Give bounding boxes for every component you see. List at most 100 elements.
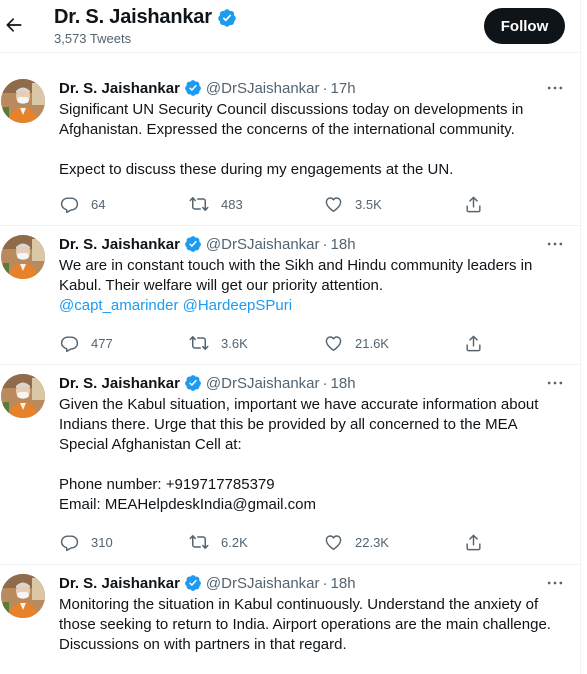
arrow-left-icon (4, 15, 24, 35)
like-count: 21.6K (355, 335, 389, 351)
tweet-header: Dr. S. Jaishankar @DrSJaishankar · 18h (59, 373, 356, 393)
like-button[interactable]: 22.3K (323, 532, 389, 552)
tweet-text-line: Email: MEAHelpdeskIndia@gmail.com (59, 496, 316, 513)
retweet-icon (189, 194, 209, 214)
avatar[interactable] (1, 79, 45, 123)
tweet-text-line: Expect to discuss these during my engage… (59, 161, 454, 178)
tweet-text: Monitoring the situation in Kabul contin… (59, 595, 569, 655)
retweet-button[interactable]: 6.2K (189, 532, 248, 552)
verified-badge-icon (184, 79, 202, 97)
retweet-button[interactable]: 3.6K (189, 333, 248, 353)
separator: · (322, 374, 328, 392)
tweet[interactable]: Dr. S. Jaishankar @DrSJaishankar · 18h G… (0, 365, 580, 565)
author-name[interactable]: Dr. S. Jaishankar (59, 236, 180, 253)
reply-button[interactable]: 64 (59, 194, 105, 214)
tweet-text-line: Phone number: +919717785379 (59, 476, 275, 493)
like-button[interactable]: 21.6K (323, 333, 389, 353)
more-dots-icon (545, 373, 565, 393)
retweet-button[interactable]: 483 (189, 194, 243, 214)
author-handle[interactable]: @DrSJaishankar (206, 375, 320, 392)
mention-link[interactable]: @HardeepSPuri (183, 297, 292, 314)
retweet-count: 6.2K (221, 534, 248, 550)
separator: · (322, 79, 328, 97)
tweet-text-line: Afghanistan. Expressed the concerns of t… (59, 121, 515, 138)
tweet[interactable]: Dr. S. Jaishankar @DrSJaishankar · 17h S… (0, 70, 580, 226)
more-dots-icon (545, 573, 565, 593)
reply-icon (59, 333, 79, 353)
share-button[interactable] (463, 333, 483, 353)
tweet-timestamp[interactable]: 18h (331, 575, 356, 592)
more-button[interactable] (545, 573, 565, 593)
profile-header: Dr. S. Jaishankar 3,573 Tweets Follow (0, 0, 580, 53)
retweet-icon (189, 333, 209, 353)
tweet-mentions: @capt_amarinder @HardeepSPuri (59, 296, 569, 316)
tweet-timestamp[interactable]: 18h (331, 375, 356, 392)
tweet[interactable]: Dr. S. Jaishankar @DrSJaishankar · 18h W… (0, 226, 580, 365)
author-handle[interactable]: @DrSJaishankar (206, 80, 320, 97)
tweet-text-line: Kabul. Their welfare will get our priori… (59, 277, 384, 294)
like-button[interactable]: 3.5K (323, 194, 382, 214)
tweet[interactable]: Dr. S. Jaishankar @DrSJaishankar · 18h M… (0, 565, 581, 674)
profile-timeline: Dr. S. Jaishankar 3,573 Tweets Follow Dr… (0, 0, 581, 674)
share-button[interactable] (463, 194, 483, 214)
more-button[interactable] (545, 234, 565, 254)
author-name[interactable]: Dr. S. Jaishankar (59, 375, 180, 392)
tweet-timestamp[interactable]: 18h (331, 236, 356, 253)
tweet-actions: 477 3.6K 21.6K (59, 333, 499, 353)
tweet-header: Dr. S. Jaishankar @DrSJaishankar · 18h (59, 234, 356, 254)
follow-button[interactable]: Follow (484, 8, 565, 44)
reply-count: 64 (91, 196, 106, 212)
more-button[interactable] (545, 373, 565, 393)
tweet-text-line: those seeking to return to India. Airpor… (59, 616, 551, 633)
reply-button[interactable]: 310 (59, 532, 113, 552)
more-button[interactable] (545, 78, 565, 98)
retweet-icon (189, 532, 209, 552)
author-name[interactable]: Dr. S. Jaishankar (59, 80, 180, 97)
author-handle[interactable]: @DrSJaishankar (206, 236, 320, 253)
tweet-timestamp[interactable]: 17h (331, 80, 356, 97)
avatar[interactable] (1, 235, 45, 279)
tweet-actions: 64 483 3.5K (59, 194, 499, 214)
tweet-text-line: Given the Kabul situation, important we … (59, 396, 539, 413)
tweet-count: 3,573 Tweets (54, 31, 132, 46)
tweet-text-line: Monitoring the situation in Kabul contin… (59, 596, 539, 613)
share-button[interactable] (463, 532, 483, 552)
more-dots-icon (545, 234, 565, 254)
mention-link[interactable]: @capt_amarinder (59, 297, 178, 314)
heart-icon (323, 333, 343, 353)
tweet-text: Significant UN Security Council discussi… (59, 100, 569, 180)
header-name: Dr. S. Jaishankar (54, 6, 212, 28)
verified-badge-icon (184, 574, 202, 592)
tweet-text: Given the Kabul situation, important we … (59, 395, 569, 515)
retweet-count: 483 (221, 196, 243, 212)
share-icon (463, 532, 483, 552)
tweet-text-line: Discussions on with partners in that reg… (59, 636, 347, 653)
tweet-text-line: Special Afghanistan Cell at: (59, 436, 242, 453)
separator: · (322, 235, 328, 253)
tweet-actions: 310 6.2K 22.3K (59, 532, 499, 552)
reply-icon (59, 194, 79, 214)
author-handle[interactable]: @DrSJaishankar (206, 575, 320, 592)
like-count: 22.3K (355, 534, 389, 550)
avatar[interactable] (1, 374, 45, 418)
tweet-text-line: Indians there. Urge that this be provide… (59, 416, 518, 433)
heart-icon (323, 194, 343, 214)
share-icon (463, 194, 483, 214)
heart-icon (323, 532, 343, 552)
header-title: Dr. S. Jaishankar (54, 6, 237, 29)
like-count: 3.5K (355, 196, 382, 212)
reply-count: 477 (91, 335, 113, 351)
tweet-text-line: Significant UN Security Council discussi… (59, 101, 524, 118)
retweet-count: 3.6K (221, 335, 248, 351)
tweet-text: We are in constant touch with the Sikh a… (59, 256, 569, 316)
avatar[interactable] (1, 574, 45, 618)
verified-badge-icon (184, 374, 202, 392)
tweet-text-line: We are in constant touch with the Sikh a… (59, 257, 533, 274)
verified-badge-icon (184, 235, 202, 253)
reply-icon (59, 532, 79, 552)
author-name[interactable]: Dr. S. Jaishankar (59, 575, 180, 592)
verified-badge-icon (217, 8, 237, 28)
back-button[interactable] (2, 13, 26, 37)
reply-button[interactable]: 477 (59, 333, 113, 353)
tweet-header: Dr. S. Jaishankar @DrSJaishankar · 17h (59, 78, 356, 98)
